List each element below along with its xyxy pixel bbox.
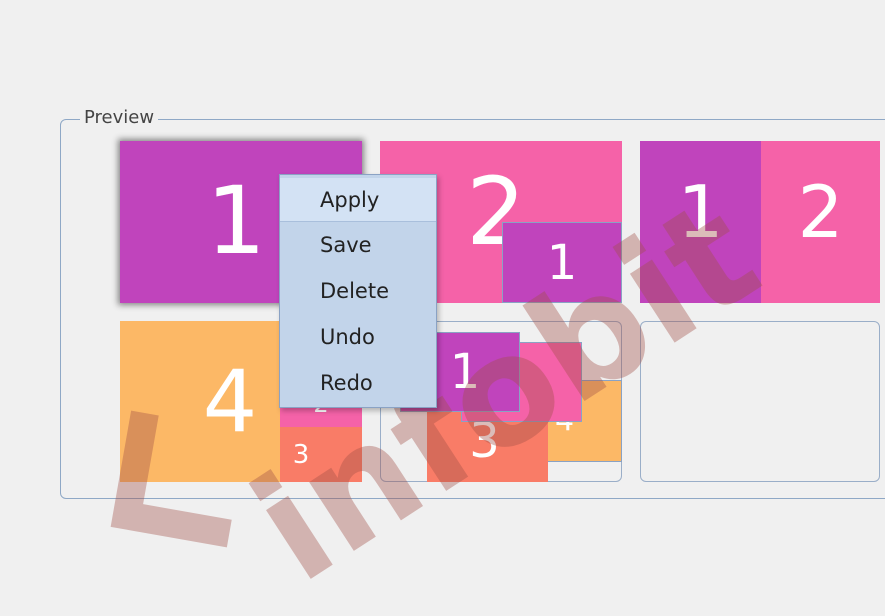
layout-block: 3 xyxy=(280,427,362,482)
layout-block: 1 xyxy=(502,222,622,303)
menu-item-save[interactable]: Save xyxy=(280,223,436,267)
menu-item-label: Apply xyxy=(320,188,380,212)
menu-item-redo[interactable]: Redo xyxy=(280,361,436,405)
preview-legend: Preview xyxy=(80,107,159,128)
layout-block: 4 xyxy=(120,321,280,482)
menu-item-apply[interactable]: Apply xyxy=(280,178,436,222)
menu-item-label: Undo xyxy=(320,325,375,349)
layout-tile-3[interactable]: 1 2 xyxy=(640,141,880,303)
layout-tile-6[interactable] xyxy=(640,321,880,482)
menu-item-label: Delete xyxy=(320,279,389,303)
block-number: 1 xyxy=(677,170,724,254)
menu-item-label: Save xyxy=(320,233,372,257)
menu-item-delete[interactable]: Delete xyxy=(280,269,436,313)
context-menu: Apply Save Delete Undo Redo xyxy=(279,174,437,408)
block-number: 1 xyxy=(546,234,578,291)
menu-item-undo[interactable]: Undo xyxy=(280,315,436,359)
menu-item-label: Redo xyxy=(320,371,373,395)
block-number: 1 xyxy=(206,167,266,276)
block-number: 2 xyxy=(797,170,844,254)
block-number: 1 xyxy=(449,344,481,400)
layout-block: 1 xyxy=(640,141,761,303)
block-number: 3 xyxy=(292,439,310,470)
block-number: 3 xyxy=(469,413,500,469)
layout-block: 2 xyxy=(761,141,880,303)
block-number: 4 xyxy=(202,351,258,452)
